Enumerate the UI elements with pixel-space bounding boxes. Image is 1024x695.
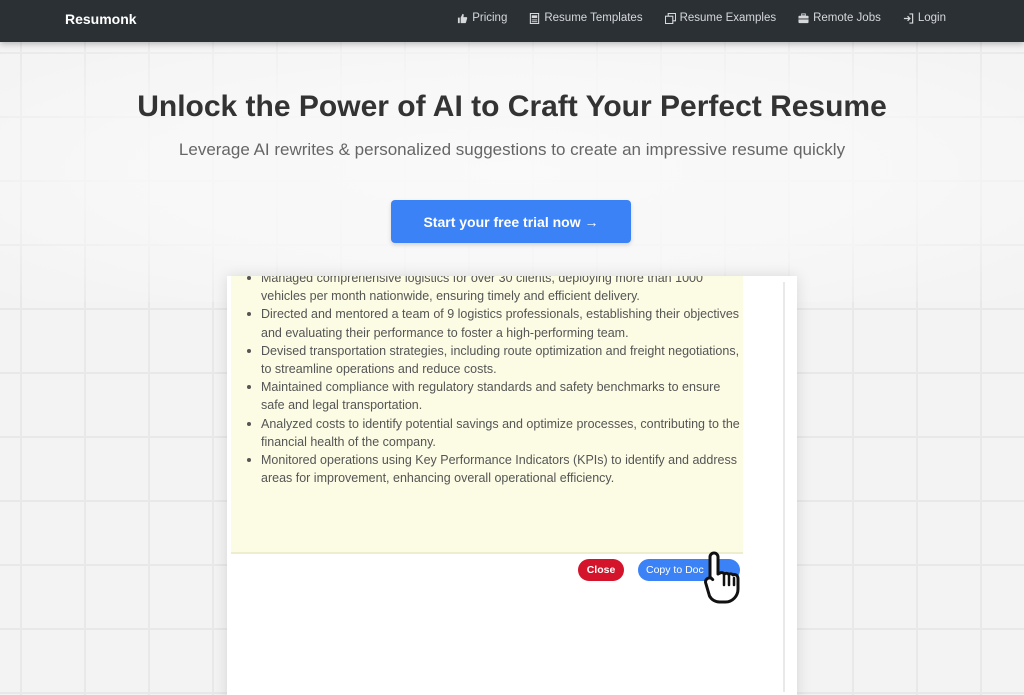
document-icon: [530, 12, 540, 24]
close-button[interactable]: Close: [578, 559, 624, 581]
resume-preview-card: Managed comprehensive logistics for over…: [227, 276, 797, 695]
list-item: Monitored operations using Key Performan…: [243, 451, 743, 487]
nav-label-resume-templates: Resume Templates: [544, 12, 643, 24]
ai-suggestion-panel: Managed comprehensive logistics for over…: [231, 276, 743, 554]
thumbs-up-icon: [458, 13, 468, 23]
nav-label-login: Login: [917, 12, 946, 24]
list-item: Maintained compliance with regulatory st…: [243, 378, 743, 414]
nav-item-resume-templates[interactable]: Resume Templates: [529, 12, 643, 24]
scrollbar-track[interactable]: [783, 282, 785, 692]
suggestion-bullet-list: Managed comprehensive logistics for over…: [243, 276, 743, 487]
nav-item-resume-examples[interactable]: Resume Examples: [664, 12, 777, 24]
background-fade: [0, 42, 1024, 302]
top-navbar: Resumonk Pricing Resume Templates Resume…: [0, 0, 1024, 42]
nav-item-pricing[interactable]: Pricing: [457, 12, 507, 24]
hero-subtitle: Leverage AI rewrites & personalized sugg…: [178, 140, 846, 159]
nav-item-login[interactable]: Login: [903, 12, 946, 24]
list-item: Analyzed costs to identify potential sav…: [243, 415, 743, 451]
nav-label-pricing: Pricing: [472, 12, 508, 24]
hero-title: Unlock the Power of AI to Craft Your Per…: [137, 90, 887, 123]
start-free-trial-button[interactable]: Start your free trial now →: [391, 200, 631, 243]
list-item: Devised transportation strategies, inclu…: [243, 342, 743, 378]
nav-label-remote-jobs: Remote Jobs: [813, 12, 881, 24]
nav-item-remote-jobs[interactable]: Remote Jobs: [798, 12, 881, 24]
nav-menu: Pricing Resume Templates Resume Examples…: [457, 12, 946, 24]
brand-logo[interactable]: Resumonk: [65, 11, 137, 27]
nav-label-resume-examples: Resume Examples: [679, 12, 777, 24]
login-icon: [903, 12, 914, 24]
list-item: Managed comprehensive logistics for over…: [243, 276, 743, 305]
list-item: Directed and mentored a team of 9 logist…: [243, 305, 743, 341]
hand-pointer-cursor-icon: [703, 551, 740, 604]
briefcase-icon: [798, 12, 809, 23]
copy-icon: [664, 12, 676, 24]
